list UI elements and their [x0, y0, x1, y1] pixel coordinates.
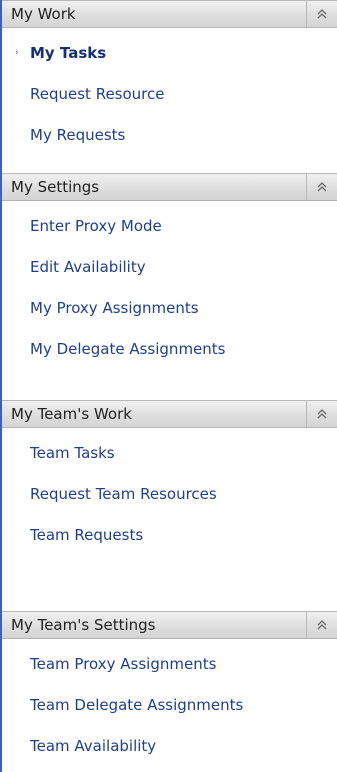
section-my-teams-settings: My Team's Settings Team Proxy Assignment… [2, 611, 337, 772]
nav-item-team-tasks[interactable]: Team Tasks [2, 432, 337, 473]
section-header-my-settings[interactable]: My Settings [2, 173, 337, 201]
nav-item-label: Team Proxy Assignments [30, 654, 217, 673]
nav-item-request-resource[interactable]: Request Resource [2, 73, 337, 114]
navigation-panel: My Work › My Tasks Request Resource My R… [0, 0, 337, 772]
collapse-icon[interactable] [306, 612, 337, 638]
section-my-work: My Work › My Tasks Request Resource My R… [2, 0, 337, 173]
collapse-icon[interactable] [306, 401, 337, 427]
section-header-my-teams-work[interactable]: My Team's Work [2, 400, 337, 428]
nav-item-my-requests[interactable]: My Requests [2, 114, 337, 155]
section-items: Team Tasks Request Team Resources Team R… [2, 428, 337, 611]
nav-item-enter-proxy-mode[interactable]: Enter Proxy Mode [2, 205, 337, 246]
nav-item-label: Team Availability [30, 736, 157, 755]
nav-item-edit-availability[interactable]: Edit Availability [2, 246, 337, 287]
nav-item-label: Enter Proxy Mode [30, 216, 162, 235]
nav-item-label: Edit Availability [30, 257, 146, 276]
nav-item-team-availability[interactable]: Team Availability [2, 725, 337, 766]
section-title: My Team's Work [11, 405, 132, 423]
nav-item-label: My Delegate Assignments [30, 339, 226, 358]
nav-item-my-tasks[interactable]: › My Tasks [2, 32, 337, 73]
nav-item-request-team-resources[interactable]: Request Team Resources [2, 473, 337, 514]
section-items: › My Tasks Request Resource My Requests [2, 28, 337, 173]
nav-item-team-proxy-assignments[interactable]: Team Proxy Assignments [2, 643, 337, 684]
bullet-icon: › [15, 47, 19, 58]
section-items: Enter Proxy Mode Edit Availability My Pr… [2, 201, 337, 400]
section-my-settings: My Settings Enter Proxy Mode Edit Availa… [2, 173, 337, 400]
section-title: My Settings [11, 178, 100, 196]
nav-item-label: Team Requests [30, 525, 144, 544]
collapse-icon[interactable] [306, 174, 337, 200]
section-header-my-work[interactable]: My Work [2, 0, 337, 28]
nav-item-team-delegate-assignments[interactable]: Team Delegate Assignments [2, 684, 337, 725]
section-my-teams-work: My Team's Work Team Tasks Request Team R… [2, 400, 337, 611]
nav-item-label: Request Team Resources [30, 484, 217, 503]
nav-item-label: My Proxy Assignments [30, 298, 199, 317]
nav-item-label: Request Resource [30, 84, 165, 103]
collapse-icon[interactable] [306, 1, 337, 27]
nav-item-my-delegate-assignments[interactable]: My Delegate Assignments [2, 328, 337, 369]
section-title: My Team's Settings [11, 616, 156, 634]
nav-item-label: My Requests [30, 125, 126, 144]
section-title: My Work [11, 5, 76, 23]
nav-item-team-requests[interactable]: Team Requests [2, 514, 337, 555]
nav-item-label: Team Tasks [30, 443, 115, 462]
section-header-my-teams-settings[interactable]: My Team's Settings [2, 611, 337, 639]
nav-item-label: Team Delegate Assignments [30, 695, 244, 714]
nav-item-my-proxy-assignments[interactable]: My Proxy Assignments [2, 287, 337, 328]
nav-item-label: My Tasks [30, 43, 107, 62]
section-items: Team Proxy Assignments Team Delegate Ass… [2, 639, 337, 772]
